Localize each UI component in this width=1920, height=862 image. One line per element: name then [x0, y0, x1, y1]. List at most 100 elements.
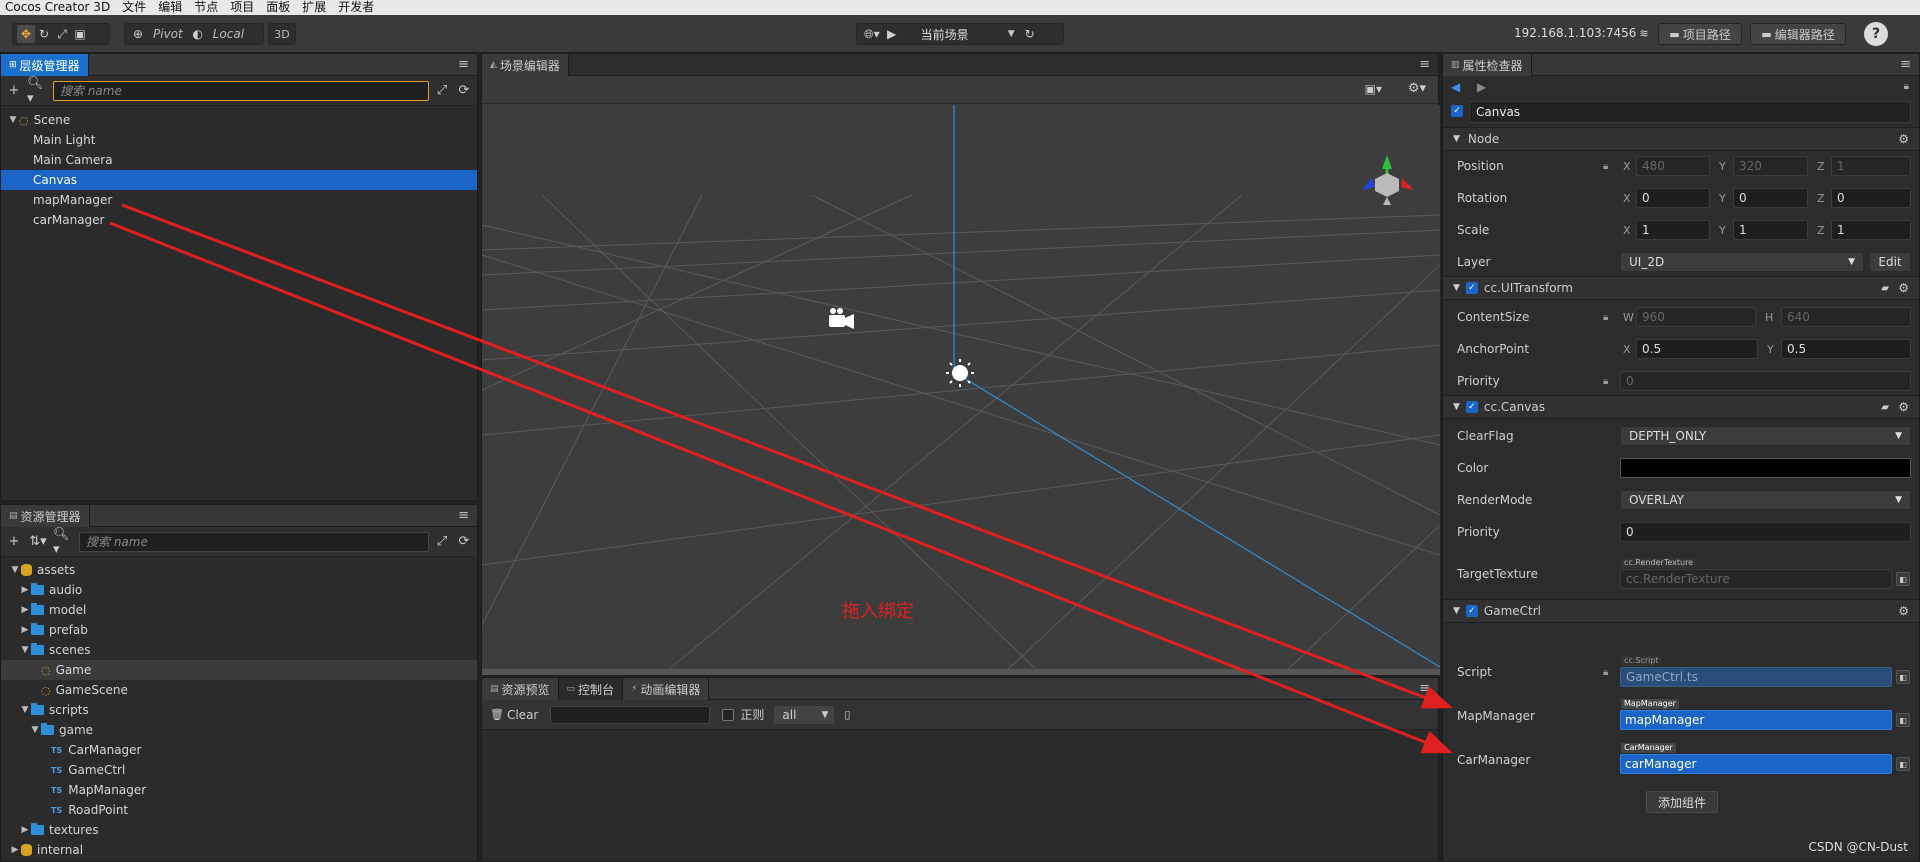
rotate-tool-icon[interactable]: ↻	[35, 25, 53, 43]
chevron-right-icon[interactable]: ▶	[9, 845, 21, 855]
clearflag-select[interactable]: DEPTH_ONLY ▼	[1620, 426, 1911, 446]
scale-y-field[interactable]: 1	[1733, 220, 1808, 240]
layer-select[interactable]: UI_2D ▼	[1620, 252, 1864, 272]
help-doc-icon[interactable]: ▰	[1881, 283, 1889, 294]
anchor-x-field[interactable]: 0.5	[1636, 339, 1758, 359]
refresh-icon[interactable]: ⟳	[455, 82, 473, 100]
gear-icon[interactable]: ⚙	[1898, 400, 1909, 414]
anchor-y-field[interactable]: 0.5	[1781, 339, 1911, 359]
clear-button[interactable]: 🗑︎ Clear	[490, 708, 538, 722]
position-z-field[interactable]: 1	[1831, 156, 1911, 176]
chevron-down-icon[interactable]: ▼	[9, 565, 21, 575]
local-toggle[interactable]: Local	[207, 27, 250, 41]
camera-options-icon[interactable]: ▣▾	[1365, 82, 1382, 96]
asset-item[interactable]: ▼ scenes	[1, 640, 477, 660]
help-doc-icon[interactable]: ▰	[1881, 402, 1889, 413]
pick-asset-icon[interactable]: ◧	[1896, 572, 1910, 586]
panel-menu-icon[interactable]: ≡	[458, 57, 469, 72]
hierarchy-node[interactable]: Main Light	[1, 130, 477, 150]
level-filter-select[interactable]: all ▼	[774, 705, 835, 724]
asset-item[interactable]: ◌ GameScene	[1, 680, 477, 700]
rotation-z-field[interactable]: 0	[1831, 188, 1911, 208]
asset-item[interactable]: TS RoadPoint	[1, 800, 477, 820]
scene-viewport[interactable]: 拖入绑定	[482, 105, 1440, 675]
mapmanager-field[interactable]: mapManager	[1620, 710, 1892, 730]
hierarchy-search-input[interactable]: 搜索 name	[53, 80, 429, 101]
gear-icon[interactable]: ⚙	[1898, 132, 1909, 146]
scale-z-field[interactable]: 1	[1831, 220, 1911, 240]
asset-item[interactable]: ▶ prefab	[1, 620, 477, 640]
menu-item[interactable]: 节点	[194, 0, 218, 15]
menu-item[interactable]: 编辑	[158, 0, 182, 15]
asset-item[interactable]: ▼ assets	[1, 560, 477, 580]
platform-globe-icon[interactable]: 🌐︎▾	[861, 25, 883, 43]
scene-select[interactable]: 当前场景 ▼	[901, 25, 1021, 43]
position-x-field[interactable]: 480	[1636, 156, 1710, 176]
pick-asset-icon[interactable]: ◧	[1896, 670, 1910, 684]
add-node-icon[interactable]: +	[5, 82, 23, 100]
panel-menu-icon[interactable]: ≡	[1419, 57, 1430, 72]
forward-arrow-icon[interactable]: ▶	[1477, 80, 1486, 94]
chevron-down-icon[interactable]: ▼	[7, 115, 19, 125]
canvas-section-header[interactable]: ▼ ✓ cc.Canvas ▰ ⚙	[1443, 395, 1919, 419]
refresh-icon[interactable]: ↻	[1021, 25, 1039, 43]
tab-animation-editor[interactable]: ⚡ 动画编辑器	[623, 678, 710, 700]
menu-item[interactable]: 开发者	[338, 0, 374, 15]
expand-all-icon[interactable]: ⤢	[433, 533, 451, 551]
hierarchy-node[interactable]: Canvas	[1, 170, 477, 190]
node-active-checkbox[interactable]: ✓	[1451, 105, 1463, 117]
contentsize-w-field[interactable]: 960	[1636, 307, 1756, 327]
asset-item[interactable]: ▶ audio	[1, 580, 477, 600]
tab-assets[interactable]: ▤ 资源管理器	[1, 505, 90, 527]
gamectrl-enabled-checkbox[interactable]: ✓	[1465, 605, 1478, 617]
pivot-icon[interactable]: ⊕	[129, 25, 147, 43]
asset-item[interactable]: TS MapManager	[1, 780, 477, 800]
scale-tool-icon[interactable]: ⤢	[53, 25, 71, 43]
refresh-icon[interactable]: ⟳	[455, 533, 473, 551]
target-texture-field[interactable]: cc.RenderTexture	[1620, 569, 1892, 589]
assets-search-input[interactable]: 搜索 name	[79, 531, 429, 552]
sort-icon[interactable]: ⇅▾	[27, 533, 49, 551]
layer-edit-button[interactable]: Edit	[1869, 252, 1911, 272]
project-path-button[interactable]: ▬ 项目路径	[1658, 23, 1742, 45]
asset-item[interactable]: ◌ Game	[1, 660, 477, 680]
chevron-down-icon[interactable]: ▼	[29, 725, 41, 735]
asset-item[interactable]: TS CarManager	[1, 740, 477, 760]
tab-inspector[interactable]: ▥ 属性检查器	[1443, 54, 1532, 76]
panel-menu-icon[interactable]: ≡	[1900, 57, 1911, 72]
add-component-button[interactable]: 添加组件	[1646, 791, 1718, 813]
menu-item[interactable]: 扩展	[302, 0, 326, 15]
uitransform-section-header[interactable]: ▼ ✓ cc.UITransform ▰ ⚙	[1443, 276, 1919, 300]
script-field[interactable]: GameCtrl.ts	[1620, 667, 1892, 687]
chevron-down-icon[interactable]: ▼	[19, 645, 31, 655]
pivot-toggle[interactable]: Pivot	[147, 27, 189, 41]
tab-console[interactable]: ▭ 控制台	[558, 678, 624, 700]
hierarchy-node[interactable]: ▼ ◌ Scene	[1, 110, 477, 130]
canvas-enabled-checkbox[interactable]: ✓	[1465, 401, 1478, 413]
console-filter-input[interactable]	[550, 705, 711, 724]
chevron-right-icon[interactable]: ▶	[19, 825, 31, 835]
move-tool-icon[interactable]: ✥	[17, 25, 35, 43]
add-asset-icon[interactable]: +	[5, 533, 23, 551]
menu-item[interactable]: 面板	[266, 0, 290, 15]
help-button[interactable]: ?	[1864, 22, 1888, 46]
open-log-icon[interactable]: ▯	[844, 708, 850, 721]
uitransform-enabled-checkbox[interactable]: ✓	[1465, 282, 1478, 294]
hierarchy-node[interactable]: Main Camera	[1, 150, 477, 170]
chevron-right-icon[interactable]: ▶	[19, 625, 31, 635]
hierarchy-node[interactable]: carManager	[1, 210, 477, 230]
regex-checkbox[interactable]	[722, 708, 735, 721]
asset-item[interactable]: ▶ internal	[1, 840, 477, 860]
tab-hierarchy[interactable]: ⊞ 层级管理器	[1, 54, 89, 76]
asset-item[interactable]: TS GameCtrl	[1, 760, 477, 780]
position-y-field[interactable]: 320	[1733, 156, 1808, 176]
chevron-down-icon[interactable]: ▼	[19, 705, 31, 715]
gear-icon[interactable]: ⚙	[1898, 604, 1909, 618]
asset-item[interactable]: ▼ scripts	[1, 700, 477, 720]
rect-tool-icon[interactable]: ▣	[71, 25, 89, 43]
mode-3d-button[interactable]: 3D	[268, 23, 296, 45]
uitransform-priority-field[interactable]: 0	[1620, 371, 1911, 391]
hierarchy-node[interactable]: mapManager	[1, 190, 477, 210]
expand-all-icon[interactable]: ⤢	[433, 82, 451, 100]
pick-node-icon[interactable]: ◧	[1896, 713, 1910, 727]
